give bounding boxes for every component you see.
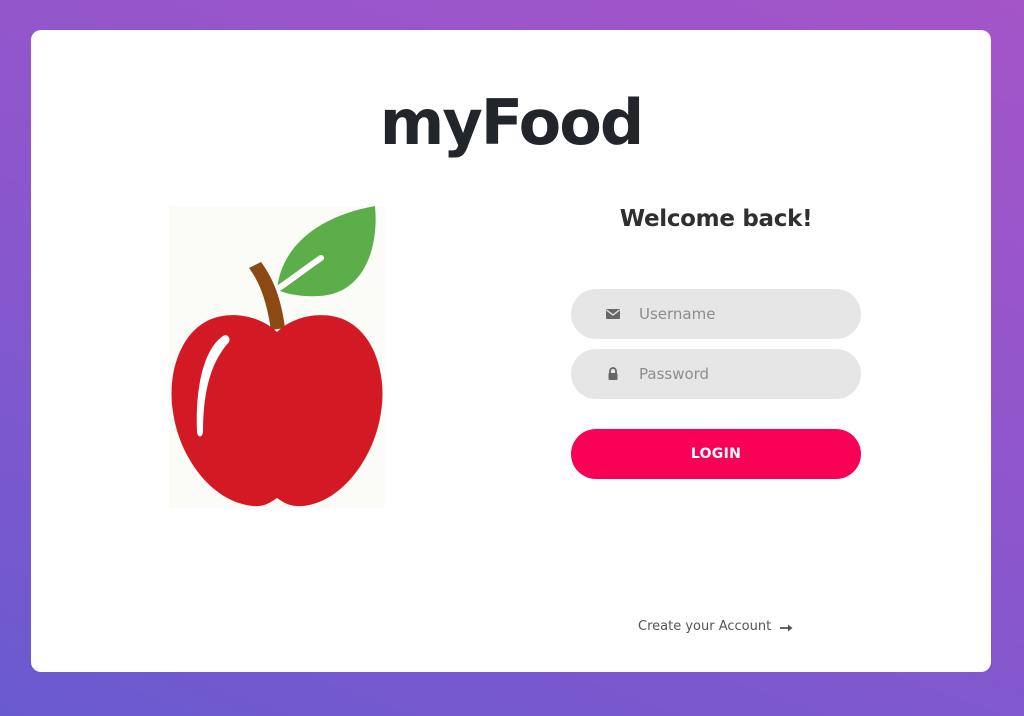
username-input[interactable] [639, 289, 839, 339]
apple-illustration [169, 206, 385, 508]
password-input[interactable] [639, 349, 839, 399]
login-card: myFood Welcome back! Username LOGIN Crea… [31, 30, 991, 672]
brand-title: myFood [379, 86, 644, 159]
arrow-right-icon [780, 622, 794, 632]
create-account-link[interactable]: Create your Account [638, 619, 794, 634]
lock-icon [605, 366, 621, 382]
welcome-heading: Welcome back! [619, 206, 813, 232]
login-button[interactable]: LOGIN [571, 429, 861, 479]
leaf-shape [277, 206, 376, 297]
create-account-label: Create your Account [638, 619, 772, 634]
username-field[interactable] [571, 289, 861, 339]
password-field[interactable] [571, 349, 861, 399]
envelope-icon [605, 306, 621, 322]
